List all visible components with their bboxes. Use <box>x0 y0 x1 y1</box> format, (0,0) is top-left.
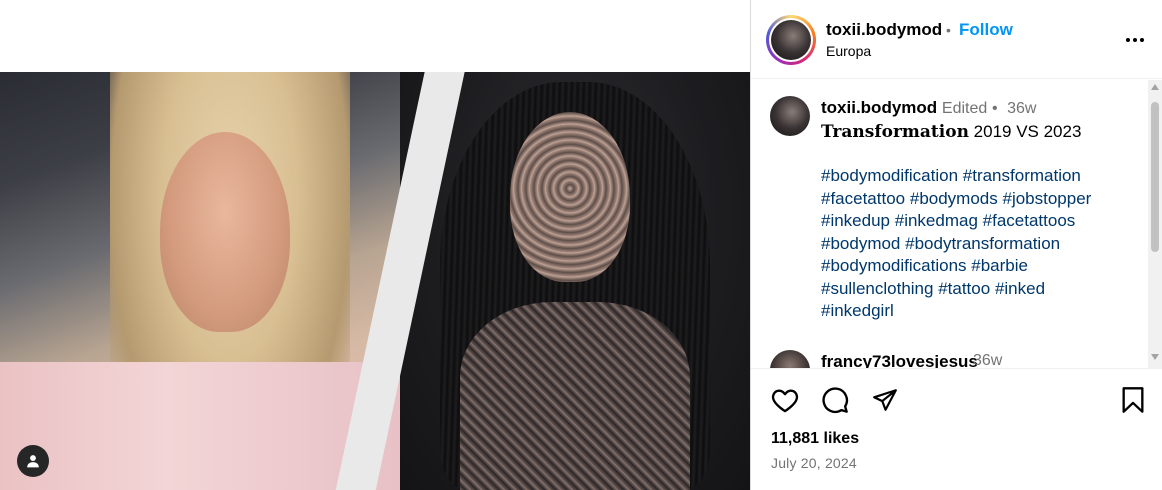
header-separator: • <box>946 22 951 38</box>
hashtag[interactable]: #tattoo <box>938 279 990 298</box>
comment-button[interactable] <box>819 384 851 416</box>
hashtag[interactable]: #bodymodification <box>821 166 958 185</box>
user-tags-button[interactable] <box>17 445 49 477</box>
caption-title: Transformation 2019 VS 2023 <box>821 121 1141 144</box>
scrollbar-thumb[interactable] <box>1151 102 1159 252</box>
caption-edited: Edited <box>941 100 988 117</box>
more-options-button[interactable] <box>1121 26 1149 54</box>
hashtag[interactable]: #bodymods <box>910 189 998 208</box>
author-avatar[interactable] <box>766 15 816 65</box>
more-options-icon <box>1126 38 1144 42</box>
comment-username[interactable]: francy73lovesjesus <box>821 352 978 368</box>
share-button[interactable] <box>869 384 901 416</box>
hashtag[interactable]: #facetattoo <box>821 189 905 208</box>
photo-after-face <box>510 112 630 282</box>
photo-before-face <box>160 132 290 332</box>
hashtag[interactable]: #facetattoos <box>983 211 1076 230</box>
hashtag[interactable]: #inkedgirl <box>821 301 894 320</box>
hashtag[interactable]: #inked <box>995 279 1045 298</box>
post-location[interactable]: Europa <box>826 43 871 59</box>
caption: toxii.bodymod Edited • 36w Transformatio… <box>821 97 1141 323</box>
post-image[interactable] <box>0 72 750 490</box>
post-media-area <box>0 0 750 490</box>
hashtag[interactable]: #inkedmag <box>895 211 978 230</box>
hashtag[interactable]: #bodymodifications <box>821 256 967 275</box>
scroll-up-arrow-icon[interactable] <box>1151 84 1159 90</box>
caption-title-rest: 2019 VS 2023 <box>968 121 1082 141</box>
photo-after <box>400 72 750 490</box>
comments-section: toxii.bodymod Edited • 36w Transformatio… <box>751 80 1162 368</box>
post-side-panel: toxii.bodymod • Follow Europa toxii.body… <box>750 0 1162 490</box>
comments-scrollbar[interactable] <box>1148 80 1162 368</box>
caption-username[interactable]: toxii.bodymod <box>821 98 937 117</box>
comment-icon <box>822 387 849 414</box>
hashtag[interactable]: #bodymod <box>821 234 900 253</box>
caption-separator: • <box>992 100 998 117</box>
hashtag[interactable]: #sullenclothing <box>821 279 933 298</box>
post-date[interactable]: July 20, 2024 <box>771 455 857 471</box>
caption-hashtags: #bodymodification #transformation #facet… <box>821 165 1141 323</box>
hashtag[interactable]: #jobstopper <box>1002 189 1091 208</box>
comment-time[interactable]: 36w <box>973 352 1002 368</box>
hashtag[interactable]: #bodytransformation <box>905 234 1060 253</box>
caption-title-bold: Transformation <box>821 121 969 142</box>
comment-avatar[interactable] <box>770 350 810 368</box>
author-username[interactable]: toxii.bodymod <box>826 20 942 40</box>
follow-button[interactable]: Follow <box>959 20 1013 40</box>
hashtag[interactable]: #inkedup <box>821 211 890 230</box>
post-header: toxii.bodymod • Follow Europa <box>751 0 1162 79</box>
caption-time[interactable]: 36w <box>1007 100 1036 117</box>
scroll-down-arrow-icon[interactable] <box>1151 354 1159 360</box>
post-actions: 11,881 likes July 20, 2024 <box>751 368 1162 490</box>
photo-after-chest <box>460 302 690 490</box>
share-icon <box>873 389 897 411</box>
likes-count[interactable]: 11,881 likes <box>771 430 859 448</box>
heart-icon <box>771 389 799 413</box>
user-tag-icon <box>27 455 39 468</box>
hashtag[interactable]: #barbie <box>971 256 1028 275</box>
hashtag[interactable]: #transformation <box>963 166 1081 185</box>
like-button[interactable] <box>769 384 801 416</box>
save-button[interactable] <box>1117 384 1149 416</box>
caption-avatar[interactable] <box>770 96 810 136</box>
bookmark-icon <box>1122 387 1144 413</box>
